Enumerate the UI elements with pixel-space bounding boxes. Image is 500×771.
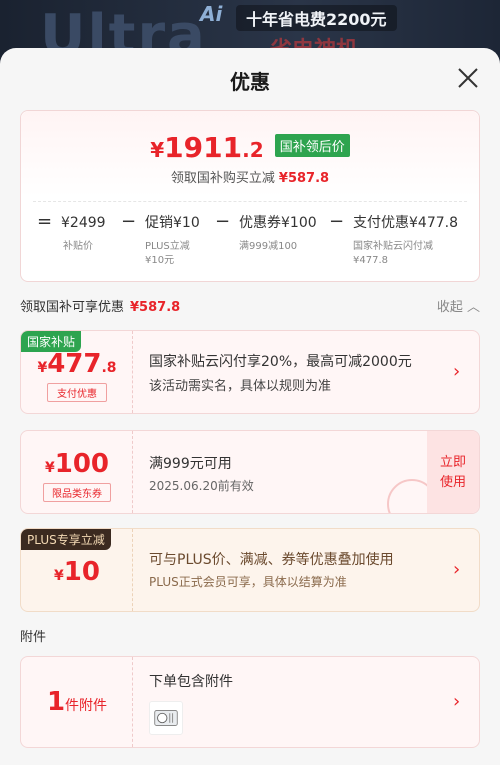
formula-operator: −: [215, 211, 231, 232]
coupon-plus[interactable]: PLUS专享立减 ¥10 可与PLUS价、满减、券等优惠叠加使用 PLUS正式会…: [20, 528, 480, 612]
coupon-100[interactable]: ¥100 限品类东券 满999元可用 2025.06.20前有效 立即 使用: [20, 430, 480, 514]
formula-item: − 促销¥10 PLUS立减 ¥10元: [121, 211, 200, 268]
formula-label: 国家补贴云闪付减: [353, 241, 433, 252]
price-symbol: ¥: [150, 138, 165, 162]
coupon-description: 可与PLUS价、满减、券等优惠叠加使用: [149, 552, 394, 568]
claim-subsidy-row: 领取国补可享优惠 ¥587.8 收起 ︿: [20, 296, 480, 316]
coupon-description: 国家补贴云闪付享20%，最高可减2000元: [149, 354, 412, 370]
collapse-button[interactable]: 收起 ︿: [437, 296, 480, 315]
close-button[interactable]: [456, 66, 480, 90]
formula-item: − 支付优惠¥477.8 国家补贴云闪付减 ¥477.8: [329, 211, 458, 268]
savings-amount: ¥587.8: [278, 171, 330, 186]
formula-label-2: ¥10元: [145, 255, 175, 266]
accessory-section-label: 附件: [20, 630, 47, 645]
formula-label: 满999减100: [239, 241, 298, 252]
savings-label: 领取国补购买立减: [170, 171, 275, 186]
accessory-thumbnail: [149, 701, 183, 735]
close-icon: [458, 68, 478, 88]
formula-item: − 优惠券¥100 满999减100: [215, 211, 317, 254]
formula-value: ¥2499: [61, 215, 106, 231]
banner-ai-label: Ai: [200, 2, 223, 26]
formula-value: 支付优惠¥477.8: [353, 215, 458, 231]
accessory-description: 下单包含附件: [149, 674, 233, 690]
claim-amount: ¥587.8: [130, 300, 181, 315]
price-integer: 1911: [164, 131, 243, 164]
price-savings-text: 领取国补购买立减 ¥587.8: [21, 167, 479, 186]
coupon-expiry: 2025.06.20前有效: [149, 479, 254, 493]
formula-label: PLUS立减: [145, 241, 190, 252]
formula-value: 优惠券¥100: [239, 215, 317, 231]
coupon-rule: 该活动需实名，具体以规则为准: [149, 379, 332, 394]
discount-sheet: 优惠 ¥1911.2 国补领后价 领取国补购买立减 ¥587.8 = ¥2499 …: [0, 48, 500, 771]
coupon-condition: 满999元可用: [149, 456, 232, 472]
price-tag-badge: 国补领后价: [274, 134, 350, 157]
accessory-card[interactable]: 1件附件 下单包含附件 ›: [20, 656, 480, 748]
claim-label: 领取国补可享优惠: [20, 300, 125, 315]
ac-outdoor-unit-icon: [154, 710, 178, 726]
chevron-right-icon: ›: [453, 559, 461, 580]
coupon-type-label: 支付优惠: [47, 383, 107, 402]
formula-operator: −: [121, 211, 137, 232]
sheet-title: 优惠: [230, 70, 270, 94]
formula-operator: −: [329, 211, 345, 232]
formula-label-2: ¥477.8: [353, 255, 388, 266]
summary-divider: [33, 201, 467, 202]
formula-label: 补贴价: [63, 241, 93, 252]
price-decimal: .2: [242, 138, 264, 162]
collapse-label: 收起: [436, 300, 463, 315]
coupon-gov-subsidy[interactable]: 国家补贴 ¥477.8 支付优惠 国家补贴云闪付享20%，最高可减2000元 该…: [20, 330, 480, 414]
banner-slogan: 十年省电费2200元: [236, 5, 397, 31]
chevron-up-icon: ︿: [466, 300, 480, 315]
coupon-amount: ¥477.8: [37, 349, 117, 379]
use-coupon-button[interactable]: 立即 使用: [427, 431, 479, 513]
final-price: ¥1911.2 国补领后价: [21, 131, 479, 164]
chevron-right-icon: ›: [453, 691, 461, 712]
price-summary-card: ¥1911.2 国补领后价 领取国补购买立减 ¥587.8 = ¥2499 补贴价…: [20, 110, 480, 282]
formula-operator: =: [37, 211, 53, 232]
formula-item: = ¥2499 补贴价: [37, 211, 106, 254]
chevron-right-icon: ›: [453, 361, 461, 382]
price-formula: = ¥2499 补贴价 − 促销¥10 PLUS立减 ¥10元 − 优惠券¥100…: [21, 211, 479, 281]
plus-badge: PLUS专享立减: [21, 529, 111, 550]
coupon-amount: ¥10: [54, 557, 100, 587]
accessory-count: 1件附件: [46, 687, 108, 717]
coupon-rule: PLUS正式会员可享，具体以结算为准: [149, 575, 347, 589]
formula-value: 促销¥10: [145, 215, 200, 231]
bottom-edge: [0, 765, 500, 771]
coupon-type-label: 限品类东券: [43, 483, 111, 502]
coupon-amount: ¥100: [44, 449, 110, 479]
